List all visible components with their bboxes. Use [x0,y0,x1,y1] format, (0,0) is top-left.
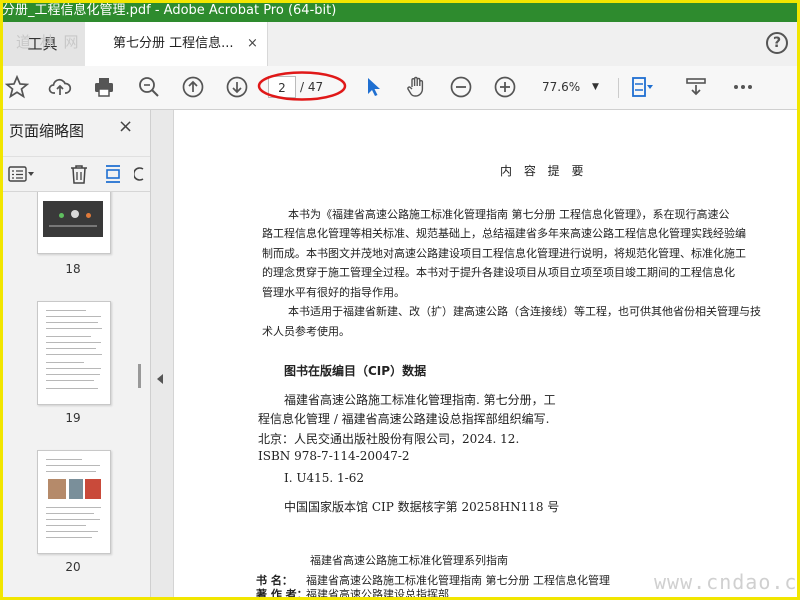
watermark-url: www.cndao.com [654,570,800,594]
cip-line: ISBN 978-7-114-20047-2 [258,449,410,463]
toolbar-divider [618,78,619,98]
thumbnail-page-number: 19 [65,411,81,425]
zoom-search-icon[interactable] [136,74,162,100]
page-thumbnail[interactable] [37,450,111,554]
panel-close-icon[interactable]: × [118,116,133,137]
collapse-arrow-icon[interactable] [157,374,163,384]
thumbnail-page-number: 18 [65,262,81,276]
hand-icon[interactable] [403,74,429,100]
window-title: 分册_工程信息化管理.pdf - Adobe Acrobat Pro (64-b… [2,3,337,18]
tab-bar: 道 林 网 工具 第七分册 工程信息... × ? [0,22,800,67]
tab-close-icon[interactable]: × [247,22,258,66]
zoom-out-icon[interactable] [448,74,474,100]
scroll-mode-icon[interactable] [683,74,709,100]
cip-line: Ⅰ. U415. 1-62 [284,471,364,485]
author-label: 著 作 者： [256,588,308,600]
thumbnails-panel: 页面缩略图 × 18 19 20 [0,110,151,600]
summary-line: 的理念贯穿于施工管理全过程。本书对于提升各建设项目从项目立项至项目竣工期间的工程… [262,266,735,279]
zoom-value: 77.6% [542,80,581,94]
cip-line: 中国国家版本馆 CIP 数据核字第 20258HN118 号 [284,500,560,514]
rotate-icon[interactable] [134,162,148,186]
zoom-dropdown[interactable]: 77.6% ▼ [532,76,606,98]
summary-heading: 内 容 提 要 [500,164,588,178]
fit-page-icon[interactable] [628,74,654,100]
thumbnail-image [85,479,101,499]
star-icon[interactable] [4,74,30,100]
page-thumbnail[interactable] [37,192,111,254]
toolbar: 2 / 47 77.6% ▼ [0,66,800,110]
title-bar: 分册_工程信息化管理.pdf - Adobe Acrobat Pro (64-b… [0,0,800,22]
cip-line: 福建省高速公路施工标准化管理指南. 第七分册，工 [284,393,556,407]
more-icon[interactable] [730,74,756,100]
thumbnail-image [43,201,103,237]
summary-line: 本书为《福建省高速公路施工标准化管理指南 第七分册 工程信息化管理》，系在现行高… [288,208,730,221]
page-down-icon[interactable] [224,74,250,100]
chevron-down-icon: ▼ [592,82,599,92]
cloud-upload-icon[interactable] [47,74,73,100]
select-cursor-icon[interactable] [360,74,386,100]
thumbnail-page-number: 20 [65,560,81,574]
page-thumbnail[interactable] [37,301,111,405]
tab-tools[interactable]: 道 林 网 工具 [0,22,85,66]
cip-line: 北京：人民交通出版社股份有限公司，2024. 12. [258,432,520,446]
thumbnail-image [69,479,83,499]
series-title: 福建省高速公路施工标准化管理系列指南 [310,554,508,567]
annotation-ellipse [257,71,347,101]
watermark-logo: 道 林 网 [16,33,81,51]
thumbnail-list: 18 19 20 [0,192,150,600]
panel-scrollbar[interactable] [138,364,141,388]
extract-page-icon[interactable] [102,162,124,186]
panel-title: 页面缩略图 [9,122,85,140]
page-up-icon[interactable] [180,74,206,100]
author-row: 著 作 者：福建省高速公路建设总指挥部 [256,586,449,600]
summary-line: 管理水平有很好的指导作用。 [262,286,405,299]
options-menu-icon[interactable] [8,162,34,186]
cip-title: 图书在版编目（CIP）数据 [284,364,427,378]
author-value: 福建省高速公路建设总指挥部 [306,588,449,600]
help-icon[interactable]: ? [766,32,788,54]
panel-toolbar [0,156,150,192]
tab-document-label: 第七分册 工程信息... [113,36,234,51]
summary-line: 制而成。本书图文并茂地对高速公路建设项目工程信息化管理进行说明，将规范化管理、标… [262,247,746,260]
tab-document[interactable]: 第七分册 工程信息... × [85,22,268,66]
print-icon[interactable] [91,74,117,100]
thumbnail-image [48,479,66,499]
panel-splitter[interactable] [151,110,174,600]
summary-line: 术人员参考使用。 [262,325,350,338]
trash-icon[interactable] [68,162,90,186]
summary-line: 本书适用于福建省新建、改（扩）建高速公路（含连接线）等工程，也可供其他省份相关管… [288,305,761,318]
cip-line: 程信息化管理 / 福建省高速公路建设总指挥部组织编写. [258,412,550,426]
zoom-in-icon[interactable] [492,74,518,100]
document-page: 内 容 提 要 本书为《福建省高速公路施工标准化管理指南 第七分册 工程信息化管… [174,110,800,600]
summary-line: 路工程信息化管理等相关标准、规范基础上，总结福建省多年来高速公路工程信息化管理实… [262,227,746,240]
